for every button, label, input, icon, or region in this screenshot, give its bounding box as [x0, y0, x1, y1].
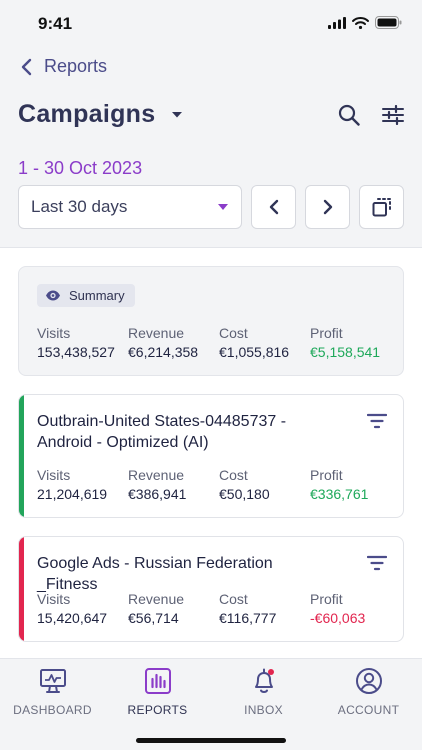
tab-bar: DASHBOARD REPORTS INBOX ACCOUNT [0, 658, 422, 750]
metric-profit: Profit €5,158,541 [310, 325, 401, 360]
home-indicator [136, 738, 286, 743]
campaign-card[interactable]: Google Ads - Russian Federation _Fitness… [18, 536, 404, 642]
next-period-button[interactable] [305, 185, 350, 229]
bell-icon [254, 668, 274, 693]
metric-value: €1,055,816 [219, 344, 290, 360]
tab-account[interactable]: ACCOUNT [316, 667, 421, 717]
back-label: Reports [44, 56, 108, 76]
search-icon[interactable] [338, 104, 360, 126]
metric-label: Cost [219, 591, 248, 607]
battery-icon [375, 16, 402, 29]
metric-revenue: Revenue €386,941 [128, 467, 219, 502]
campaign-name: Outbrain-United States-04485737 - Androi… [37, 413, 287, 451]
metric-revenue: Revenue €6,214,358 [128, 325, 219, 360]
tab-label: ACCOUNT [337, 703, 400, 717]
metric-revenue: Revenue €56,714 [128, 591, 219, 626]
summary-metrics: Visits 153,438,527 Revenue €6,214,358 Co… [37, 325, 401, 360]
status-bar: 9:41 [0, 0, 422, 48]
metric-label: Cost [219, 325, 248, 341]
custom-range-button[interactable] [359, 185, 404, 229]
metric-value: €50,180 [219, 486, 270, 502]
metric-label: Visits [37, 325, 71, 341]
metric-visits: Visits 15,420,647 [37, 591, 128, 626]
eye-icon [46, 290, 60, 301]
tab-label: DASHBOARD [13, 703, 92, 717]
user-circle-icon [355, 668, 382, 694]
metric-label: Revenue [128, 591, 185, 607]
status-icons [328, 16, 402, 29]
previous-period-button[interactable] [251, 185, 296, 229]
period-select[interactable]: Last 30 days [18, 185, 242, 229]
page-title: Campaigns [18, 100, 156, 128]
tab-reports[interactable]: REPORTS [105, 667, 210, 717]
metric-label: Profit [310, 467, 343, 483]
tab-label: INBOX [244, 703, 283, 717]
metric-label: Visits [37, 467, 71, 483]
chevron-left-icon [269, 199, 278, 215]
metric-profit: Profit -€60,063 [310, 591, 401, 626]
metric-value: 21,204,619 [37, 486, 108, 502]
campaigns-dropdown[interactable]: Campaigns [18, 100, 183, 129]
filter-icon[interactable] [367, 555, 387, 571]
summary-badge-label: Summary [69, 288, 125, 303]
metric-value: €5,158,541 [310, 344, 381, 360]
filter-icon[interactable] [367, 413, 387, 429]
metric-cost: Cost €116,777 [219, 591, 310, 626]
sliders-icon[interactable] [382, 105, 404, 125]
metric-value: €336,761 [310, 486, 369, 502]
tab-dashboard[interactable]: DASHBOARD [0, 667, 105, 717]
status-accent-bar [19, 395, 24, 517]
caret-down-icon [172, 111, 183, 117]
summary-card: Summary Visits 153,438,527 Revenue €6,21… [18, 266, 404, 376]
metric-value: €116,777 [219, 610, 277, 626]
metric-value: -€60,063 [310, 610, 366, 626]
summary-badge: Summary [37, 284, 135, 307]
status-time: 9:41 [38, 14, 73, 33]
metric-label: Visits [37, 591, 71, 607]
caret-down-icon [218, 204, 228, 210]
header-actions [338, 104, 404, 126]
metric-label: Cost [219, 467, 248, 483]
metric-profit: Profit €336,761 [310, 467, 401, 502]
chevron-left-icon [21, 58, 32, 75]
metric-cost: Cost €1,055,816 [219, 325, 310, 360]
tab-label: REPORTS [127, 703, 188, 717]
cellular-signal-icon [328, 16, 346, 29]
period-select-value: Last 30 days [31, 197, 128, 216]
metric-label: Profit [310, 591, 343, 607]
metric-value: €6,214,358 [128, 344, 199, 360]
campaign-list[interactable]: Summary Visits 153,438,527 Revenue €6,21… [0, 248, 422, 658]
back-button[interactable]: Reports [20, 56, 107, 77]
metric-label: Revenue [128, 467, 185, 483]
metric-value: €386,941 [128, 486, 187, 502]
metric-value: 153,438,527 [37, 344, 115, 360]
select-range-icon [372, 198, 391, 217]
metric-value: €56,714 [128, 610, 179, 626]
bar-chart-icon [144, 668, 171, 694]
page-header: Reports Campaigns 1 - 30 Oct 2023 Last 3… [0, 48, 422, 248]
campaign-name: Google Ads - Russian Federation _Fitness [37, 555, 273, 593]
campaign-metrics: Visits 21,204,619 Revenue €386,941 Cost … [37, 467, 401, 502]
metric-cost: Cost €50,180 [219, 467, 310, 502]
status-accent-bar [19, 537, 24, 641]
tab-inbox[interactable]: INBOX [211, 667, 316, 717]
chevron-right-icon [323, 199, 332, 215]
metric-value: 15,420,647 [37, 610, 108, 626]
metric-label: Profit [310, 325, 343, 341]
metric-visits: Visits 21,204,619 [37, 467, 128, 502]
date-range: 1 - 30 Oct 2023 [18, 158, 143, 178]
metric-visits: Visits 153,438,527 [37, 325, 128, 360]
monitor-chart-icon [39, 669, 66, 693]
wifi-icon [352, 16, 369, 29]
campaign-card[interactable]: Outbrain-United States-04485737 - Androi… [18, 394, 404, 518]
metric-label: Revenue [128, 325, 185, 341]
campaign-metrics: Visits 15,420,647 Revenue €56,714 Cost €… [37, 591, 401, 626]
